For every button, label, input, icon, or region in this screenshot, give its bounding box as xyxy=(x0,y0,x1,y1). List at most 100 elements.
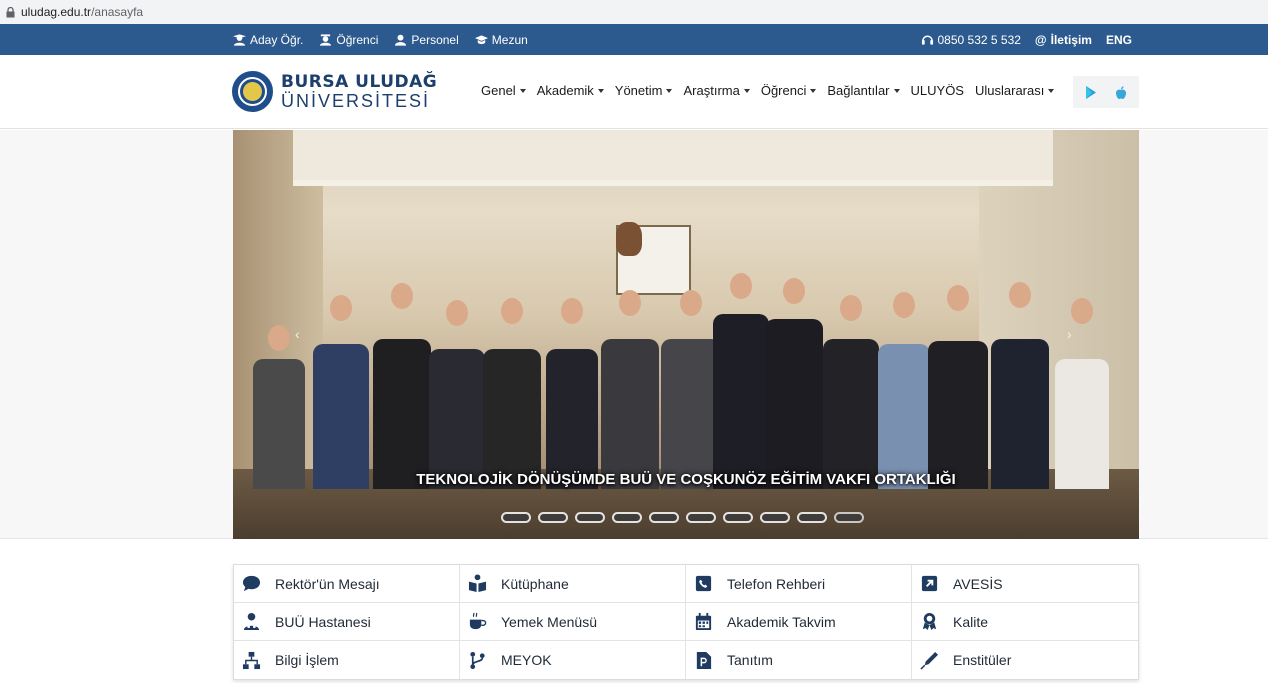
slider-prev-icon[interactable]: ‹ xyxy=(295,326,300,342)
presentation-file-icon xyxy=(696,651,712,669)
award-icon xyxy=(922,612,937,631)
caret-down-icon xyxy=(810,88,817,93)
link-aday-ogrenci[interactable]: Aday Öğr. xyxy=(233,33,303,47)
doctor-icon xyxy=(243,612,260,631)
slider-dot[interactable] xyxy=(797,512,827,523)
caret-down-icon xyxy=(893,88,900,93)
top-utility-bar: Aday Öğr. Öğrenci Personel Mezun 0850 53… xyxy=(0,24,1268,55)
calendar-icon xyxy=(695,612,712,631)
phone-link[interactable]: 0850 532 5 532 xyxy=(921,33,1021,47)
link-personel[interactable]: Personel xyxy=(394,32,459,47)
slider-dot[interactable] xyxy=(649,512,679,523)
pen-icon xyxy=(920,651,939,670)
nav-arastirma[interactable]: Araştırma xyxy=(683,83,750,98)
slider-dot[interactable] xyxy=(760,512,790,523)
quick-link-tanitim[interactable]: Tanıtım xyxy=(686,641,912,679)
browser-address-bar[interactable]: uludag.edu.tr/anasayfa xyxy=(0,0,1268,24)
university-logo[interactable]: BURSA ULUDAĞ ÜNİVERSİTESİ xyxy=(232,71,437,112)
phone-number: 0850 532 5 532 xyxy=(937,32,1021,47)
quick-link-label: Akademik Takvim xyxy=(727,613,836,630)
quick-link-label: Bilgi İşlem xyxy=(275,652,339,668)
speech-bubble-icon xyxy=(242,575,261,592)
nav-label: ULUYÖS xyxy=(910,83,964,98)
nav-uluyos[interactable]: ULUYÖS xyxy=(911,83,964,98)
caret-down-icon xyxy=(597,88,604,93)
link-label: Öğrenci xyxy=(336,32,379,47)
slider-next-icon[interactable]: › xyxy=(1067,326,1072,342)
audience-links: Aday Öğr. Öğrenci Personel Mezun xyxy=(233,24,528,55)
nav-label: Akademik xyxy=(536,83,594,98)
language-switch[interactable]: ENG xyxy=(1106,33,1132,47)
quick-link-kalite[interactable]: Kalite xyxy=(912,603,1138,640)
external-link-icon xyxy=(921,575,938,592)
lock-icon xyxy=(6,6,15,17)
quick-link-telefon-rehberi[interactable]: Telefon Rehberi xyxy=(686,565,912,602)
language-label: ENG xyxy=(1105,32,1132,47)
quick-link-label: Enstitüler xyxy=(953,652,1012,668)
slider-dot[interactable] xyxy=(538,512,568,523)
at-icon: @ xyxy=(1034,32,1047,47)
contact-links: 0850 532 5 532 @ İletişim ENG xyxy=(921,24,1132,55)
university-seal-icon xyxy=(232,71,273,112)
app-store-links xyxy=(1073,76,1139,108)
nav-uluslararasi[interactable]: Uluslararası xyxy=(974,83,1055,98)
quick-links-grid: Rektör'ün Mesajı Kütüphane Telefon Rehbe… xyxy=(233,564,1139,680)
slider-dot[interactable] xyxy=(686,512,716,523)
nav-label: Uluslararası xyxy=(974,83,1045,98)
link-label: Personel xyxy=(411,32,459,47)
brand-text: BURSA ULUDAĞ ÜNİVERSİTESİ xyxy=(281,71,438,110)
quick-link-kutuphane[interactable]: Kütüphane xyxy=(460,565,686,602)
quick-link-label: Rektör'ün Mesajı xyxy=(275,575,380,592)
link-label: Mezun xyxy=(491,32,528,47)
caret-down-icon xyxy=(666,88,673,93)
quick-link-akademik-takvim[interactable]: Akademik Takvim xyxy=(686,603,912,640)
apple-icon[interactable] xyxy=(1115,85,1127,99)
quick-link-label: MEYOK xyxy=(501,652,552,668)
slide-photo[interactable]: ‹ › TEKNOLOJİK DÖNÜŞÜMDE BUÜ VE COŞKUNÖZ… xyxy=(233,130,1139,539)
nav-label: Yönetim xyxy=(614,83,663,98)
nav-ogrenci[interactable]: Öğrenci xyxy=(761,83,817,98)
slider-dot[interactable] xyxy=(575,512,605,523)
nav-yonetim[interactable]: Yönetim xyxy=(615,83,673,98)
link-ogrenci[interactable]: Öğrenci xyxy=(319,33,378,47)
headset-icon xyxy=(921,35,933,45)
nav-baglantilar[interactable]: Bağlantılar xyxy=(827,83,900,98)
quick-link-bilgi-islem[interactable]: Bilgi İşlem xyxy=(234,641,460,679)
caret-down-icon xyxy=(519,88,526,93)
slider-dot[interactable] xyxy=(834,512,864,523)
caret-down-icon xyxy=(743,88,750,93)
quick-link-rektor-mesaji[interactable]: Rektör'ün Mesajı xyxy=(234,565,460,602)
link-label: Aday Öğr. xyxy=(250,32,304,47)
quick-link-label: Kalite xyxy=(953,613,989,630)
google-play-icon[interactable] xyxy=(1085,85,1097,99)
student-icon xyxy=(320,33,332,46)
user-graduate-icon xyxy=(233,33,246,46)
quick-link-enstituler[interactable]: Enstitüler xyxy=(912,641,1138,679)
nav-genel[interactable]: Genel xyxy=(481,83,526,98)
network-icon xyxy=(242,651,261,669)
site-header: BURSA ULUDAĞ ÜNİVERSİTESİ Genel Akademik… xyxy=(0,55,1268,129)
quick-link-label: Tanıtım xyxy=(727,652,773,668)
slider-dot[interactable] xyxy=(501,512,531,523)
url-host: uludag.edu.tr xyxy=(21,5,92,19)
slide-caption[interactable]: TEKNOLOJİK DÖNÜŞÜMDE BUÜ VE COŞKUNÖZ EĞİ… xyxy=(233,471,1139,488)
slider-dot[interactable] xyxy=(723,512,753,523)
quick-link-buu-hastanesi[interactable]: BUÜ Hastanesi xyxy=(234,603,460,640)
quick-link-yemek-menusu[interactable]: Yemek Menüsü xyxy=(460,603,686,640)
brand-line-1: BURSA ULUDAĞ xyxy=(281,71,438,92)
quick-links-row: Rektör'ün Mesajı Kütüphane Telefon Rehbe… xyxy=(234,565,1138,603)
nav-label: Öğrenci xyxy=(760,83,807,98)
quick-link-label: BUÜ Hastanesi xyxy=(275,613,371,630)
nav-label: Genel xyxy=(481,83,516,98)
contact-link[interactable]: @ İletişim xyxy=(1035,33,1092,47)
quick-link-meyok[interactable]: MEYOK xyxy=(460,641,686,679)
coffee-cup-icon xyxy=(469,612,487,630)
caret-down-icon xyxy=(1048,88,1055,93)
quick-link-label: Telefon Rehberi xyxy=(727,575,826,592)
link-mezun[interactable]: Mezun xyxy=(474,32,528,47)
slider-dot[interactable] xyxy=(612,512,642,523)
nav-akademik[interactable]: Akademik xyxy=(537,83,604,98)
quick-links-row: Bilgi İşlem MEYOK Tanıtım Enstitüler xyxy=(234,641,1138,679)
quick-link-avesis[interactable]: AVESİS xyxy=(912,565,1138,602)
phone-book-icon xyxy=(695,575,712,592)
